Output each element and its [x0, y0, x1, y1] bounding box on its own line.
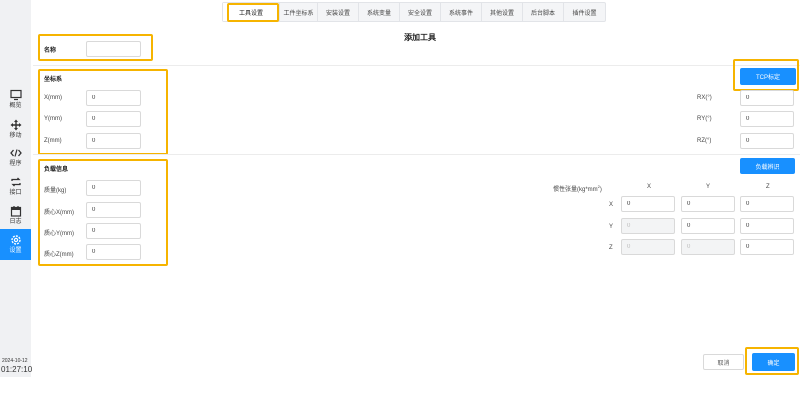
tab-work-coordinate[interactable]: 工件坐标系	[280, 3, 318, 21]
inertia-zy-input	[681, 239, 735, 255]
inertia-col-z: Z	[766, 184, 770, 190]
tab-other-settings[interactable]: 其他设置	[482, 3, 523, 21]
mass-input[interactable]	[86, 180, 141, 196]
sidebar-item-label: 程序	[9, 160, 22, 167]
inertia-xz-input[interactable]	[740, 196, 794, 212]
clock-time: 01:27:10	[1, 365, 33, 374]
field-label-rx: RX(°)	[697, 95, 712, 101]
field-label-z: Z(mm)	[44, 138, 62, 144]
tcp-calibrate-button[interactable]: TCP标定	[740, 68, 796, 85]
load-identify-button[interactable]: 负载辨识	[740, 158, 795, 174]
coord-y-input[interactable]	[86, 111, 141, 127]
inertia-zx-input	[621, 239, 675, 255]
page-title: 添加工具	[404, 33, 436, 42]
sidebar-item-label: 接口	[9, 189, 22, 196]
inertia-xy-input[interactable]	[681, 196, 735, 212]
tab-background-script[interactable]: 后台脚本	[523, 3, 564, 21]
sidebar-item-label: 移动	[9, 132, 22, 139]
monitor-icon	[9, 89, 22, 100]
calendar-icon	[10, 205, 21, 217]
cog-y-input[interactable]	[86, 223, 141, 239]
inertia-label: 惯性张量(kg*mm2)	[553, 184, 602, 193]
tab-install-settings[interactable]: 安装设置	[318, 3, 359, 21]
sidebar-item-program[interactable]: 程序	[0, 143, 31, 171]
inertia-yz-input[interactable]	[740, 218, 794, 234]
inertia-zz-input[interactable]	[740, 239, 794, 255]
field-label-cog-z: 质心Z(mm)	[44, 252, 74, 258]
sidebar-item-move[interactable]: 移动	[0, 115, 31, 143]
tab-system-variables[interactable]: 系统变量	[359, 3, 400, 21]
sidebar: 概览 移动 程序 接口 日志 设置 2024-10-12 01:27:10	[0, 0, 33, 377]
cog-z-input[interactable]	[86, 244, 141, 260]
code-icon	[9, 148, 22, 157]
load-section-title: 负载信息	[44, 167, 69, 173]
sidebar-item-overview[interactable]: 概览	[0, 85, 31, 113]
section-divider	[33, 154, 800, 155]
sidebar-item-interface[interactable]: 接口	[0, 172, 31, 200]
coord-section-title: 坐标系	[44, 77, 63, 83]
tab-safety-settings[interactable]: 安全设置	[400, 3, 441, 21]
inertia-col-y: Y	[706, 184, 711, 190]
field-label-mass: 质量(kg)	[44, 188, 67, 194]
gear-icon	[10, 235, 21, 245]
sidebar-item-label: 概览	[9, 102, 22, 109]
coord-rx-input[interactable]	[740, 90, 794, 106]
coord-rz-input[interactable]	[740, 133, 794, 149]
inertia-xx-input[interactable]	[621, 196, 675, 212]
inertia-row-x-label: X	[609, 202, 614, 208]
inertia-col-x: X	[647, 184, 652, 190]
move-arrows-icon	[10, 119, 21, 130]
sync-icon	[10, 177, 21, 186]
coord-z-input[interactable]	[86, 133, 141, 149]
sidebar-item-settings[interactable]: 设置	[0, 229, 31, 260]
confirm-button[interactable]: 确定	[752, 353, 795, 371]
tool-name-input[interactable]	[86, 41, 141, 57]
field-label-cog-y: 质心Y(mm)	[44, 231, 74, 237]
field-label-ry: RY(°)	[697, 116, 712, 122]
coord-ry-input[interactable]	[740, 111, 794, 127]
sidebar-item-label: 设置	[9, 248, 22, 254]
name-label: 名称	[44, 48, 57, 54]
inertia-row-y-label: Y	[609, 224, 614, 230]
field-label-x: X(mm)	[44, 95, 62, 101]
field-label-rz: RZ(°)	[697, 138, 712, 144]
sidebar-item-log[interactable]: 日志	[0, 201, 31, 229]
app-root: 概览 移动 程序 接口 日志 设置 2024-10-12 01:27:10 工具…	[0, 0, 800, 404]
field-label-y: Y(mm)	[44, 116, 62, 122]
sidebar-item-label: 日志	[9, 218, 22, 225]
clock: 2024-10-12 01:27:10	[0, 358, 33, 374]
settings-tab-bar: 工具设置 工件坐标系 安装设置 系统变量 安全设置 系统事件 其他设置 后台脚本…	[222, 2, 606, 22]
cog-x-input[interactable]	[86, 202, 141, 218]
cancel-button[interactable]: 取消	[703, 354, 744, 370]
field-label-cog-x: 质心X(mm)	[44, 210, 74, 216]
inertia-yx-input	[621, 218, 675, 234]
clock-date: 2024-10-12	[2, 358, 28, 364]
inertia-yy-input[interactable]	[681, 218, 735, 234]
tab-plugin-settings[interactable]: 插件设置	[564, 3, 605, 21]
tab-tool-settings[interactable]: 工具设置	[223, 3, 280, 21]
section-divider	[33, 65, 800, 66]
tab-system-events[interactable]: 系统事件	[441, 3, 482, 21]
coord-x-input[interactable]	[86, 90, 141, 106]
inertia-row-z-label: Z	[609, 245, 613, 251]
